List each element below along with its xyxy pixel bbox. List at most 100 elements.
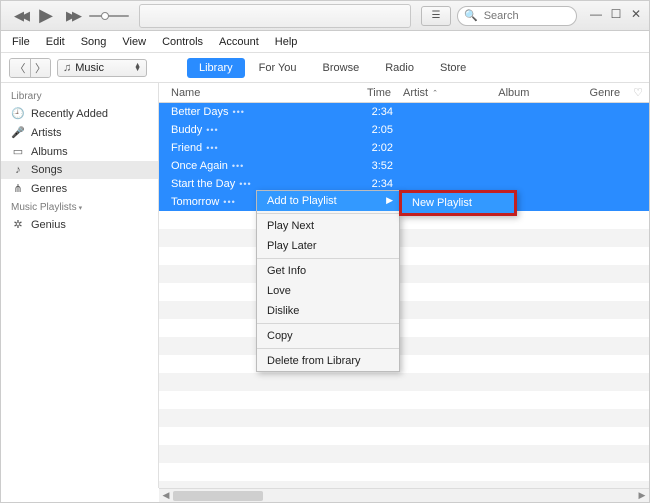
tab-browse[interactable]: Browse: [311, 58, 372, 78]
track-time: 2:05: [345, 124, 399, 136]
menu-item[interactable]: Play Next: [257, 216, 399, 236]
sidebar-item-label: Genius: [31, 219, 66, 231]
empty-row: [159, 247, 649, 265]
tab-radio[interactable]: Radio: [373, 58, 426, 78]
menu-item[interactable]: Dislike: [257, 301, 399, 321]
music-note-icon: ♫: [63, 62, 71, 74]
menu-item[interactable]: Love: [257, 281, 399, 301]
track-row[interactable]: Once Again •••3:52: [159, 157, 649, 175]
menu-help[interactable]: Help: [268, 34, 305, 50]
track-row[interactable]: Friend •••2:02: [159, 139, 649, 157]
more-icon[interactable]: •••: [239, 179, 251, 189]
more-icon[interactable]: •••: [206, 125, 218, 135]
sidebar-section-playlists[interactable]: Music Playlists▾: [1, 198, 158, 215]
submenu-item[interactable]: New Playlist: [402, 193, 514, 213]
scrollbar-thumb[interactable]: [173, 491, 263, 501]
sidebar-item-label: Genres: [31, 183, 67, 195]
track-row[interactable]: Buddy ••• 2:05: [159, 121, 649, 139]
sidebar-item-label: Artists: [31, 127, 62, 139]
more-icon[interactable]: •••: [232, 161, 244, 171]
empty-row: [159, 265, 649, 283]
tab-store[interactable]: Store: [428, 58, 478, 78]
menu-item[interactable]: Play Later: [257, 236, 399, 256]
context-submenu: New Playlist: [399, 190, 517, 216]
track-name: Buddy: [171, 124, 202, 136]
scroll-right-button[interactable]: ▶: [635, 490, 649, 501]
source-selector[interactable]: ♫ Music ▲▼: [57, 59, 147, 77]
sidebar-item-genius[interactable]: ✲ Genius: [1, 215, 158, 234]
tabs: Library For You Browse Radio Store: [187, 58, 478, 78]
search-field[interactable]: 🔍: [457, 6, 577, 26]
source-label: Music: [75, 62, 104, 74]
lcd-display: [139, 4, 411, 28]
close-button[interactable]: ✕: [627, 8, 645, 24]
sort-caret-icon: ⌃: [432, 89, 438, 97]
empty-row: [159, 229, 649, 247]
more-icon[interactable]: •••: [232, 107, 244, 117]
chevron-down-icon: ▾: [79, 205, 83, 212]
menu-item[interactable]: Copy: [257, 326, 399, 346]
play-button[interactable]: ▶: [35, 5, 57, 26]
sidebar-item-songs[interactable]: ♪ Songs: [1, 161, 158, 179]
menu-item[interactable]: Delete from Library: [257, 351, 399, 371]
track-list: Name Time Artist⌃ Album Genre ♡ Better D…: [159, 83, 649, 488]
col-love[interactable]: ♡: [633, 86, 649, 99]
playback-controls: ◀◀ ▶ ▶▶: [9, 5, 83, 26]
tab-library[interactable]: Library: [187, 58, 245, 78]
menu-item[interactable]: Get Info: [257, 261, 399, 281]
submenu-arrow-icon: ▶: [386, 195, 393, 206]
sidebar-item-label: Recently Added: [31, 108, 108, 120]
volume-slider[interactable]: [89, 15, 129, 17]
menu-file[interactable]: File: [5, 34, 37, 50]
col-artist[interactable]: Artist⌃: [397, 87, 492, 99]
menu-account[interactable]: Account: [212, 34, 266, 50]
empty-row: [159, 337, 649, 355]
menu-song[interactable]: Song: [74, 34, 114, 50]
forward-button[interactable]: 〉: [30, 59, 50, 77]
genre-icon: ⋔: [11, 182, 25, 195]
empty-row: [159, 391, 649, 409]
clock-icon: 🕘: [11, 107, 25, 120]
col-genre[interactable]: Genre: [584, 87, 634, 99]
scroll-left-button[interactable]: ◀: [159, 490, 173, 501]
col-time[interactable]: Time: [343, 87, 397, 99]
sidebar-item-label: Songs: [31, 164, 62, 176]
search-input[interactable]: [482, 9, 562, 23]
track-name: Once Again: [171, 160, 228, 172]
menu-edit[interactable]: Edit: [39, 34, 72, 50]
col-album[interactable]: Album: [492, 87, 583, 99]
minimize-button[interactable]: —: [587, 8, 605, 24]
empty-row: [159, 319, 649, 337]
empty-row: [159, 445, 649, 463]
track-name: Start the Day: [171, 178, 235, 190]
menu-separator: [257, 323, 399, 324]
sidebar-item-genres[interactable]: ⋔ Genres: [1, 179, 158, 198]
tab-for-you[interactable]: For You: [247, 58, 309, 78]
previous-track-button[interactable]: ◀◀: [9, 8, 31, 24]
col-name[interactable]: Name: [159, 87, 343, 99]
menu-view[interactable]: View: [115, 34, 153, 50]
track-rows: Better Days •••2:34Buddy •••2:05Friend •…: [159, 103, 649, 488]
horizontal-scrollbar[interactable]: ◀ ▶: [159, 488, 649, 502]
empty-row: [159, 463, 649, 481]
track-row[interactable]: Better Days •••2:34: [159, 103, 649, 121]
sidebar-item-artists[interactable]: 🎤 Artists: [1, 123, 158, 142]
back-button[interactable]: 〈: [10, 59, 30, 77]
view-toggle-button[interactable]: ☰: [421, 6, 451, 26]
sidebar-item-albums[interactable]: ▭ Albums: [1, 142, 158, 161]
menu-item[interactable]: Add to Playlist▶: [257, 191, 399, 211]
sidebar-item-recently-added[interactable]: 🕘 Recently Added: [1, 104, 158, 123]
track-time: 2:34: [345, 178, 399, 190]
column-headers: Name Time Artist⌃ Album Genre ♡: [159, 83, 649, 103]
track-name: Tomorrow: [171, 196, 219, 208]
menu-controls[interactable]: Controls: [155, 34, 210, 50]
maximize-button[interactable]: ☐: [607, 8, 625, 24]
empty-row: [159, 283, 649, 301]
more-icon[interactable]: •••: [223, 197, 235, 207]
next-track-button[interactable]: ▶▶: [61, 8, 83, 24]
context-menu: Add to Playlist▶ Play NextPlay Later Get I…: [256, 190, 400, 372]
track-time: 2:02: [345, 142, 399, 154]
empty-row: [159, 373, 649, 391]
more-icon[interactable]: •••: [206, 143, 218, 153]
empty-row: [159, 301, 649, 319]
